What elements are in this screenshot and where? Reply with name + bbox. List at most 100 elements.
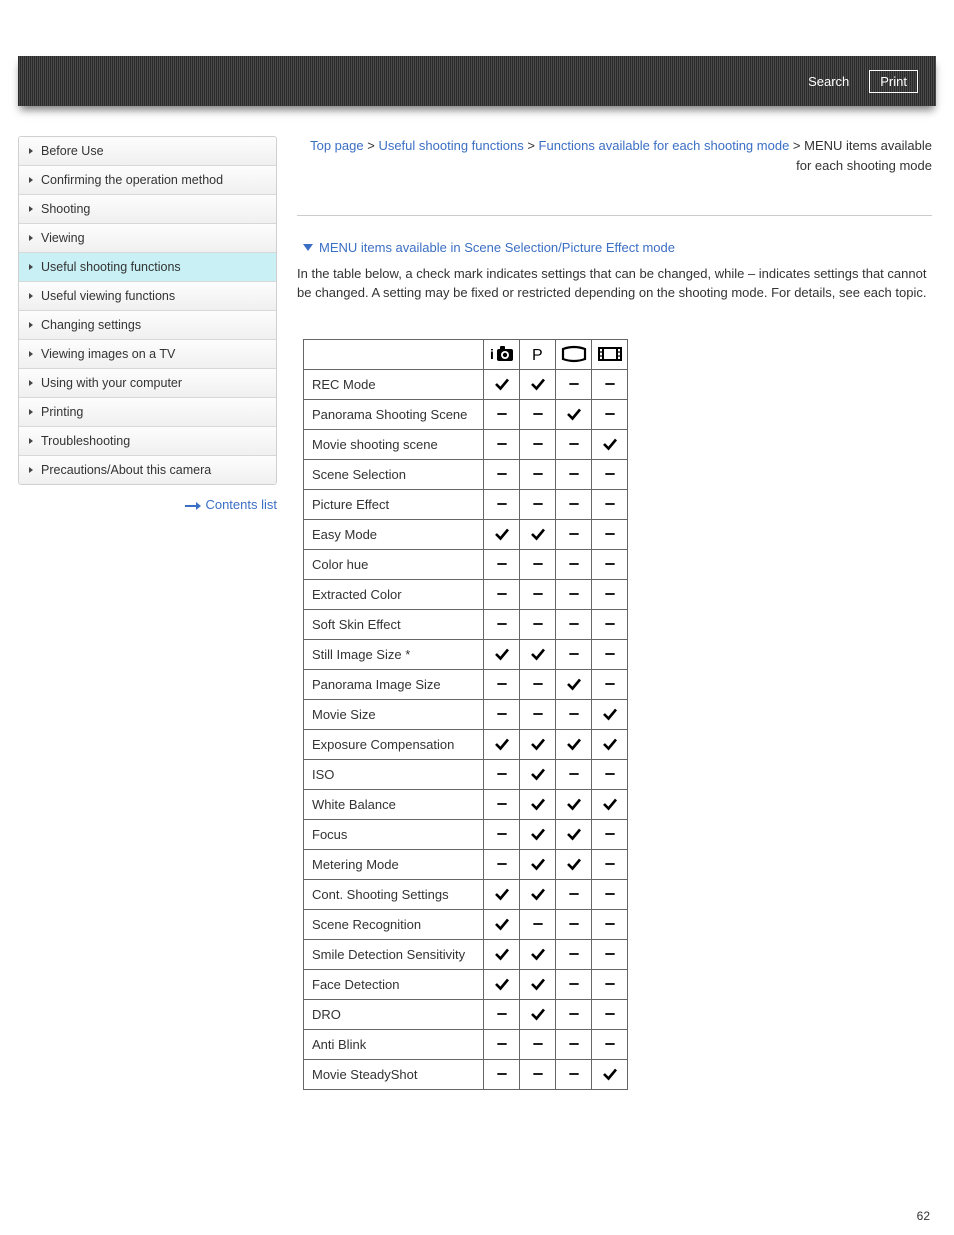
search-button[interactable]: Search bbox=[800, 71, 857, 92]
table-cell bbox=[556, 609, 592, 639]
table-cell bbox=[592, 369, 628, 399]
breadcrumb-link-2[interactable]: Functions available for each shooting mo… bbox=[539, 138, 790, 153]
caret-right-icon bbox=[29, 293, 33, 299]
table-row-label: Soft Skin Effect bbox=[304, 609, 484, 639]
table-row: Easy Mode bbox=[304, 519, 628, 549]
sidebar-item-2[interactable]: Shooting bbox=[19, 195, 276, 224]
table-cell bbox=[556, 909, 592, 939]
table-cell bbox=[592, 429, 628, 459]
dash-icon bbox=[495, 467, 509, 481]
table-cell bbox=[556, 399, 592, 429]
check-icon bbox=[529, 375, 547, 393]
check-icon bbox=[529, 765, 547, 783]
sidebar-item-10[interactable]: Troubleshooting bbox=[19, 427, 276, 456]
table-row-label: Movie SteadyShot bbox=[304, 1059, 484, 1089]
sidebar-item-label: Viewing images on a TV bbox=[41, 347, 175, 361]
table-cell bbox=[520, 909, 556, 939]
table-cell bbox=[592, 789, 628, 819]
caret-right-icon bbox=[29, 380, 33, 386]
sidebar-item-label: Useful viewing functions bbox=[41, 289, 175, 303]
dash-icon bbox=[531, 407, 545, 421]
check-icon bbox=[493, 885, 511, 903]
dash-icon bbox=[495, 617, 509, 631]
table-cell bbox=[556, 789, 592, 819]
table-row-label: Anti Blink bbox=[304, 1029, 484, 1059]
table-cell bbox=[556, 759, 592, 789]
sidebar-item-1[interactable]: Confirming the operation method bbox=[19, 166, 276, 195]
table-cell bbox=[520, 969, 556, 999]
breadcrumb-current: MENU items available for each shooting m… bbox=[796, 138, 932, 173]
table-row-label: DRO bbox=[304, 999, 484, 1029]
table-cell bbox=[484, 579, 520, 609]
availability-table: iPREC ModePanorama Shooting SceneMovie s… bbox=[303, 339, 628, 1090]
table-cell bbox=[520, 849, 556, 879]
table-cell bbox=[484, 369, 520, 399]
table-cell bbox=[520, 519, 556, 549]
sidebar-item-11[interactable]: Precautions/About this camera bbox=[19, 456, 276, 484]
print-button[interactable]: Print bbox=[869, 70, 918, 93]
caret-right-icon bbox=[29, 148, 33, 154]
dash-icon bbox=[603, 1007, 617, 1021]
table-cell bbox=[520, 729, 556, 759]
table-cell bbox=[520, 399, 556, 429]
dash-icon bbox=[567, 767, 581, 781]
table-cell bbox=[520, 549, 556, 579]
table-cell bbox=[592, 1029, 628, 1059]
table-cell bbox=[556, 459, 592, 489]
table-cell bbox=[592, 489, 628, 519]
table-cell bbox=[592, 729, 628, 759]
table-cell bbox=[520, 639, 556, 669]
table-cell bbox=[592, 669, 628, 699]
dash-icon bbox=[531, 467, 545, 481]
table-cell bbox=[556, 1029, 592, 1059]
check-icon bbox=[529, 885, 547, 903]
dash-icon bbox=[567, 467, 581, 481]
breadcrumb-link-1[interactable]: Useful shooting functions bbox=[378, 138, 523, 153]
sidebar-item-label: Shooting bbox=[41, 202, 90, 216]
check-icon bbox=[565, 405, 583, 423]
dash-icon bbox=[495, 827, 509, 841]
table-row-label: Smile Detection Sensitivity bbox=[304, 939, 484, 969]
section-anchor-link[interactable]: MENU items available in Scene Selection/… bbox=[303, 240, 932, 255]
table-cell bbox=[520, 1029, 556, 1059]
sidebar-item-5[interactable]: Useful viewing functions bbox=[19, 282, 276, 311]
check-icon bbox=[493, 975, 511, 993]
sidebar-item-7[interactable]: Viewing images on a TV bbox=[19, 340, 276, 369]
check-icon bbox=[529, 1005, 547, 1023]
caret-right-icon bbox=[29, 467, 33, 473]
dash-icon bbox=[495, 857, 509, 871]
dash-icon bbox=[495, 497, 509, 511]
sidebar-item-4[interactable]: Useful shooting functions bbox=[19, 253, 276, 282]
table-cell bbox=[556, 669, 592, 699]
contents-list-link[interactable]: Contents list bbox=[18, 497, 277, 512]
intelligent-auto-icon: i bbox=[488, 344, 516, 364]
dash-icon bbox=[567, 377, 581, 391]
sidebar-item-3[interactable]: Viewing bbox=[19, 224, 276, 253]
table-cell bbox=[592, 969, 628, 999]
table-cell bbox=[484, 1029, 520, 1059]
table-cell bbox=[484, 939, 520, 969]
table-row: Movie shooting scene bbox=[304, 429, 628, 459]
sidebar-item-9[interactable]: Printing bbox=[19, 398, 276, 427]
breadcrumb: Top page > Useful shooting functions > F… bbox=[297, 136, 932, 175]
sidebar-item-8[interactable]: Using with your computer bbox=[19, 369, 276, 398]
dash-icon bbox=[603, 947, 617, 961]
table-cell bbox=[484, 729, 520, 759]
sidebar-item-label: Precautions/About this camera bbox=[41, 463, 211, 477]
sidebar-item-0[interactable]: Before Use bbox=[19, 137, 276, 166]
sidebar-item-6[interactable]: Changing settings bbox=[19, 311, 276, 340]
dash-icon bbox=[567, 557, 581, 571]
program-auto-icon: P bbox=[526, 344, 550, 364]
table-row-label: Movie Size bbox=[304, 699, 484, 729]
table-cell bbox=[592, 639, 628, 669]
check-icon bbox=[601, 1065, 619, 1083]
table-row-label: Movie shooting scene bbox=[304, 429, 484, 459]
dash-icon bbox=[603, 1037, 617, 1051]
table-cell bbox=[520, 609, 556, 639]
table-row: Metering Mode bbox=[304, 849, 628, 879]
breadcrumb-link-0[interactable]: Top page bbox=[310, 138, 364, 153]
dash-icon bbox=[495, 767, 509, 781]
table-cell bbox=[592, 459, 628, 489]
chevron-down-icon bbox=[303, 244, 313, 251]
table-cell bbox=[556, 999, 592, 1029]
